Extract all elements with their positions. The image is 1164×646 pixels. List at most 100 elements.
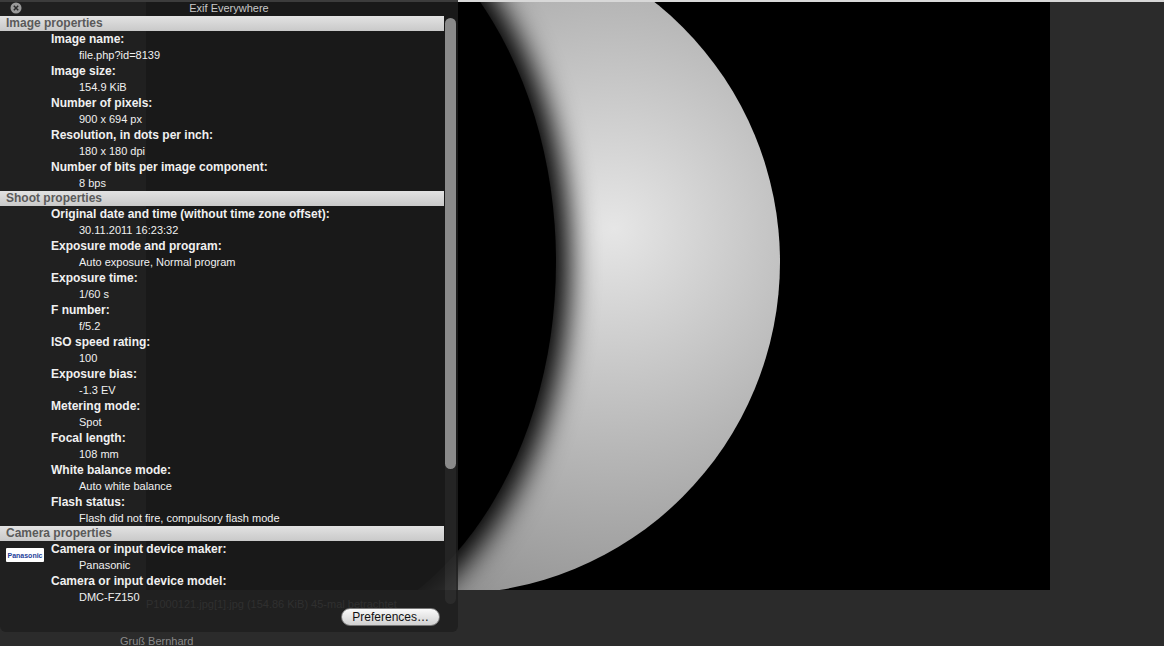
property-label: Original date and time (without time zon… [51,206,330,222]
property-gutter [0,270,51,302]
property: F number:f/5.2 [0,302,444,334]
panel-footer: Preferences… [0,604,458,626]
property-label: Number of bits per image component: [51,159,268,175]
title-bar[interactable]: Exif Everywhere [0,0,458,16]
property-gutter [0,430,51,462]
maker-logo: Panasonic [6,548,44,562]
property: Focal length:108 mm [0,430,444,462]
panel-body: Image propertiesImage name:file.php?id=8… [0,16,458,604]
property-texts: Number of bits per image component:8 bps [51,159,268,191]
property-texts: Camera or input device maker:Panasonic [51,541,226,573]
property-value: Spot [51,414,140,430]
property-gutter [0,398,51,430]
property-label: ISO speed rating: [51,334,150,350]
property-texts: Focal length:108 mm [51,430,126,462]
property-gutter [0,95,51,127]
property-gutter [0,63,51,95]
property: ISO speed rating:100 [0,334,444,366]
property: Camera or input device model:DMC-FZ150 [0,573,444,604]
property: Flash status:Flash did not fire, compuls… [0,494,444,526]
property-value: 8 bps [51,175,268,191]
property: Exposure time:1/60 s [0,270,444,302]
property-value: file.php?id=8139 [51,47,160,63]
section-header: Shoot properties [0,191,444,206]
property-label: Image size: [51,63,127,79]
property-label: Number of pixels: [51,95,152,111]
property-texts: Image size:154.9 KiB [51,63,127,95]
property-texts: White balance mode:Auto white balance [51,462,172,494]
preferences-button[interactable]: Preferences… [341,608,440,626]
property-label: Flash status: [51,494,280,510]
property: White balance mode:Auto white balance [0,462,444,494]
property-texts: Number of pixels:900 x 694 px [51,95,152,127]
property-texts: Image name:file.php?id=8139 [51,31,160,63]
property-label: Resolution, in dots per inch: [51,127,213,143]
property-gutter [0,206,51,238]
property-value: Auto white balance [51,478,172,494]
property-value: Flash did not fire, compulsory flash mod… [51,510,280,526]
property-value: Panasonic [51,557,226,573]
property-value: 900 x 694 px [51,111,152,127]
section: Shoot propertiesOriginal date and time (… [0,191,444,526]
section: Camera propertiesPanasonicCamera or inpu… [0,526,444,604]
property-label: Exposure time: [51,270,138,286]
property-gutter: Panasonic [0,541,51,573]
property-texts: Exposure bias:-1.3 EV [51,366,137,398]
properties-list[interactable]: Image propertiesImage name:file.php?id=8… [0,16,444,604]
property: Resolution, in dots per inch:180 x 180 d… [0,127,444,159]
signature: Gruß Bernhard [120,634,1164,646]
property-label: White balance mode: [51,462,172,478]
property-gutter [0,494,51,526]
exif-panel: Exif Everywhere Image propertiesImage nam… [0,0,458,632]
property-gutter [0,334,51,366]
property-texts: Original date and time (without time zon… [51,206,330,238]
property-value: f/5.2 [51,318,110,334]
property-gutter [0,366,51,398]
property-gutter [0,573,51,604]
property: PanasonicCamera or input device maker:Pa… [0,541,444,573]
property-value: Auto exposure, Normal program [51,254,236,270]
property-texts: Exposure time:1/60 s [51,270,138,302]
property-texts: Resolution, in dots per inch:180 x 180 d… [51,127,213,159]
property: Image size:154.9 KiB [0,63,444,95]
property-texts: Camera or input device model:DMC-FZ150 [51,573,226,604]
property: Image name:file.php?id=8139 [0,31,444,63]
property-gutter [0,302,51,334]
window-title: Exif Everywhere [189,2,268,14]
property-label: Camera or input device model: [51,573,226,589]
property-gutter [0,31,51,63]
property-texts: F number:f/5.2 [51,302,110,334]
section-header: Image properties [0,16,444,31]
close-icon[interactable] [10,2,22,14]
property-value: 154.9 KiB [51,79,127,95]
property-texts: Metering mode:Spot [51,398,140,430]
property-gutter [0,127,51,159]
property-value: 180 x 180 dpi [51,143,213,159]
property-label: Exposure mode and program: [51,238,236,254]
property-gutter [0,238,51,270]
screen: P1000121.jpg[1].jpg (154.86 KiB) 45-mal … [0,0,1164,646]
property: Number of bits per image component:8 bps [0,159,444,191]
property-value: -1.3 EV [51,382,137,398]
property-value: 1/60 s [51,286,138,302]
property-texts: Flash status:Flash did not fire, compuls… [51,494,280,526]
scrollbar-thumb[interactable] [445,18,456,469]
scrollbar[interactable] [445,18,456,604]
section-header: Camera properties [0,526,444,541]
property-value: 100 [51,350,150,366]
property: Metering mode:Spot [0,398,444,430]
property-value: 30.11.2011 16:23:32 [51,222,330,238]
property-label: Exposure bias: [51,366,137,382]
property-gutter [0,462,51,494]
property-label: F number: [51,302,110,318]
property-gutter [0,159,51,191]
property-label: Camera or input device maker: [51,541,226,557]
property: Exposure mode and program:Auto exposure,… [0,238,444,270]
property-value: 108 mm [51,446,126,462]
property-label: Focal length: [51,430,126,446]
property: Exposure bias:-1.3 EV [0,366,444,398]
property-value: DMC-FZ150 [51,589,226,604]
property-texts: ISO speed rating:100 [51,334,150,366]
property-label: Metering mode: [51,398,140,414]
property-label: Image name: [51,31,160,47]
